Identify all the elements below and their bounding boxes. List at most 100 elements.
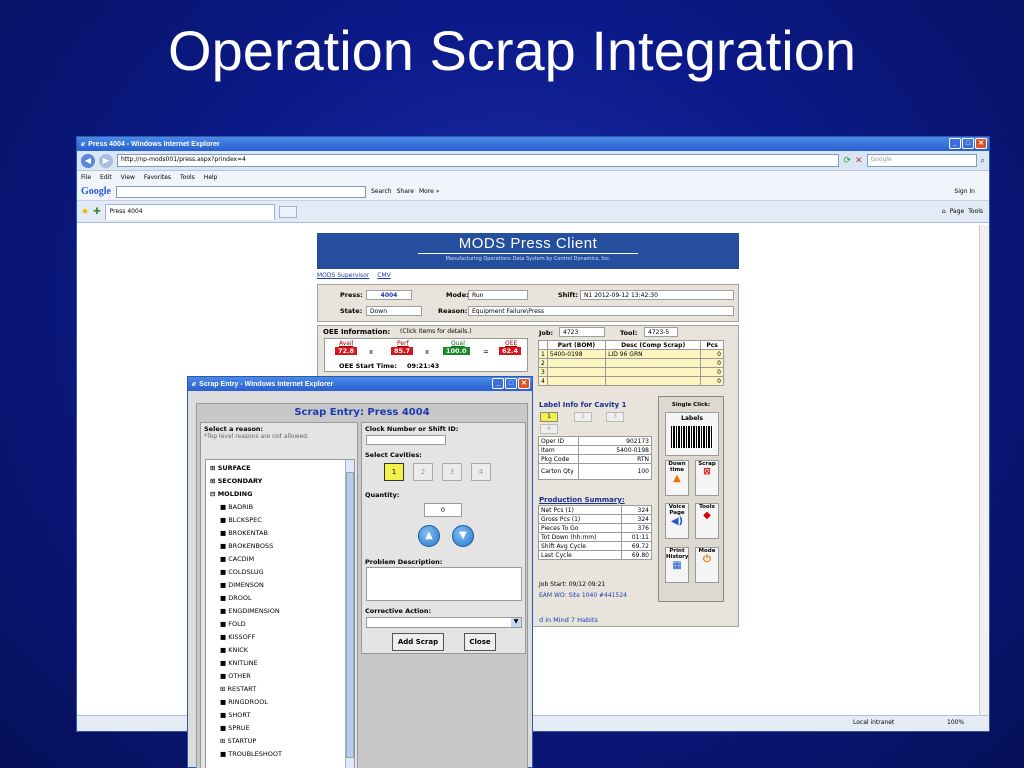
- new-tab-button[interactable]: [278, 205, 297, 218]
- reason-item[interactable]: ■ BADRIB: [210, 501, 354, 514]
- link-cmv[interactable]: CMV: [377, 272, 390, 281]
- perf-value[interactable]: 85.7: [391, 347, 414, 355]
- google-search-input[interactable]: [116, 185, 366, 198]
- maximize-button[interactable]: □: [505, 378, 517, 389]
- table-row[interactable]: 2 0: [538, 358, 724, 368]
- minimize-button[interactable]: _: [949, 138, 961, 149]
- reason-item[interactable]: ■ TROUBLESHOOT: [210, 748, 354, 761]
- close-dialog-button[interactable]: Close: [464, 633, 496, 651]
- menu-favorites[interactable]: Favorites: [144, 174, 171, 181]
- reason-item[interactable]: ■ BROKENTAB: [210, 527, 354, 540]
- reason-item[interactable]: ■ CACDIM: [210, 553, 354, 566]
- labels-button[interactable]: Labels: [665, 412, 719, 456]
- cavity-4-button[interactable]: 4: [471, 463, 491, 481]
- reason-surface[interactable]: ⊞ SURFACE: [210, 462, 354, 475]
- reason-item[interactable]: ⊞ RESTART: [210, 683, 354, 696]
- add-favorites-icon[interactable]: ✚: [93, 207, 101, 217]
- refresh-icon[interactable]: ⟳: [843, 156, 851, 166]
- minimize-button[interactable]: _: [492, 378, 504, 389]
- label-cavity-3[interactable]: 3: [606, 412, 624, 422]
- favorites-star-icon[interactable]: ★: [81, 207, 89, 217]
- reason-item[interactable]: ⊞ STARTUP: [210, 735, 354, 748]
- home-icon[interactable]: ⌂: [942, 208, 946, 215]
- print-history-button[interactable]: Print History ▦: [665, 547, 689, 583]
- problem-textarea[interactable]: [366, 567, 522, 601]
- zoom-level[interactable]: 100%: [947, 719, 964, 726]
- quantity-input[interactable]: 0: [424, 503, 462, 517]
- cavity-3-button[interactable]: 3: [442, 463, 462, 481]
- close-button[interactable]: ✕: [975, 138, 987, 149]
- label-cavity-1[interactable]: 1: [540, 412, 558, 422]
- label-cavity-2[interactable]: 2: [574, 412, 592, 422]
- page-scrollbar[interactable]: [979, 225, 989, 715]
- close-button[interactable]: ✕: [518, 378, 530, 389]
- table-row[interactable]: 1 5400-0198 LID 96 GRN 0: [538, 349, 724, 359]
- page-menu[interactable]: Page: [950, 208, 965, 215]
- avail-value[interactable]: 72.8: [335, 347, 358, 355]
- quantity-down-button[interactable]: ▼: [452, 525, 474, 547]
- reason-scrollbar[interactable]: [345, 460, 354, 768]
- reason-item[interactable]: ■ BROKENBOSS: [210, 540, 354, 553]
- reason-item[interactable]: ■ KNICK: [210, 644, 354, 657]
- menu-tools[interactable]: Tools: [180, 174, 195, 181]
- menu-edit[interactable]: Edit: [100, 174, 112, 181]
- voice-page-button[interactable]: Voice Page ◀): [665, 503, 689, 539]
- reason-item[interactable]: ■ DIMENSON: [210, 579, 354, 592]
- oee-value[interactable]: 62.4: [499, 347, 522, 355]
- forward-button[interactable]: ▶: [99, 153, 113, 168]
- sign-in-link[interactable]: Sign In: [954, 188, 975, 195]
- address-bar[interactable]: http://np-mods001/press.aspx?prindex=4: [117, 154, 840, 167]
- menu-file[interactable]: File: [81, 174, 91, 181]
- reason-item[interactable]: ■ KNITLINE: [210, 657, 354, 670]
- oee-box[interactable]: Avail 72.8 x Perf 85.7 x Qual 100.0 = OE…: [324, 338, 528, 372]
- oee-label[interactable]: OEE: [505, 340, 517, 347]
- more-button[interactable]: More »: [419, 188, 439, 195]
- clock-input[interactable]: [366, 435, 446, 445]
- share-button[interactable]: Share: [397, 188, 414, 195]
- reason-item[interactable]: ■ SPRUE: [210, 722, 354, 735]
- reason-item[interactable]: ■ BLCKSPEC: [210, 514, 354, 527]
- downtime-button[interactable]: Down time ▲: [665, 460, 689, 496]
- eam-wo-link[interactable]: EAM WO: Site 1040 #441524: [539, 592, 627, 599]
- stop-icon[interactable]: ✕: [855, 156, 863, 166]
- add-scrap-button[interactable]: Add Scrap: [392, 633, 444, 651]
- reason-secondary[interactable]: ⊞ SECONDARY: [210, 475, 354, 488]
- maximize-button[interactable]: □: [962, 138, 974, 149]
- press-field[interactable]: 4004: [366, 290, 412, 300]
- table-row[interactable]: 3 0: [538, 367, 724, 377]
- back-button[interactable]: ◀: [81, 153, 95, 168]
- row-pcs: 0: [700, 367, 724, 377]
- search-icon[interactable]: ⌕: [981, 156, 985, 166]
- mode-field[interactable]: Run: [468, 290, 528, 300]
- corrective-select[interactable]: ▼: [366, 617, 522, 628]
- reason-molding[interactable]: ⊟ MOLDING: [210, 488, 354, 501]
- search-input[interactable]: Google: [866, 154, 977, 167]
- qual-value[interactable]: 100.0: [443, 347, 470, 355]
- cavity-1-button[interactable]: 1: [384, 463, 404, 481]
- table-row[interactable]: 4 0: [538, 376, 724, 386]
- tools-button[interactable]: Tools ◆: [695, 503, 719, 539]
- tab-press-4004[interactable]: Press 4004: [104, 203, 275, 220]
- quantity-up-button[interactable]: ▲: [418, 525, 440, 547]
- reason-item[interactable]: ■ DROOL: [210, 592, 354, 605]
- scrap-button[interactable]: Scrap ⊠: [695, 460, 719, 496]
- menu-view[interactable]: View: [121, 174, 135, 181]
- tools-menu[interactable]: Tools: [968, 208, 983, 215]
- avail-label[interactable]: Avail: [339, 340, 353, 347]
- reason-item[interactable]: ■ COLDSLUG: [210, 566, 354, 579]
- reason-item[interactable]: ■ OTHER: [210, 670, 354, 683]
- footer-link[interactable]: d in Mind 7 Habits: [539, 616, 598, 624]
- link-mods-supervisor[interactable]: MODS Supervisor: [317, 272, 369, 281]
- perf-label[interactable]: Perf: [397, 340, 409, 347]
- menu-help[interactable]: Help: [204, 174, 218, 181]
- label-cavity-4[interactable]: 4: [540, 424, 558, 434]
- reason-item[interactable]: ■ SHORT: [210, 709, 354, 722]
- cavity-2-button[interactable]: 2: [413, 463, 433, 481]
- qual-label[interactable]: Qual: [451, 340, 465, 347]
- reason-item[interactable]: ■ FOLD: [210, 618, 354, 631]
- mode-button[interactable]: Mode ⏻: [695, 547, 719, 583]
- google-search-button[interactable]: Search: [371, 188, 392, 195]
- reason-item[interactable]: ■ RINGDROOL: [210, 696, 354, 709]
- reason-item[interactable]: ■ KISSOFF: [210, 631, 354, 644]
- reason-item[interactable]: ■ ENGDIMENSION: [210, 605, 354, 618]
